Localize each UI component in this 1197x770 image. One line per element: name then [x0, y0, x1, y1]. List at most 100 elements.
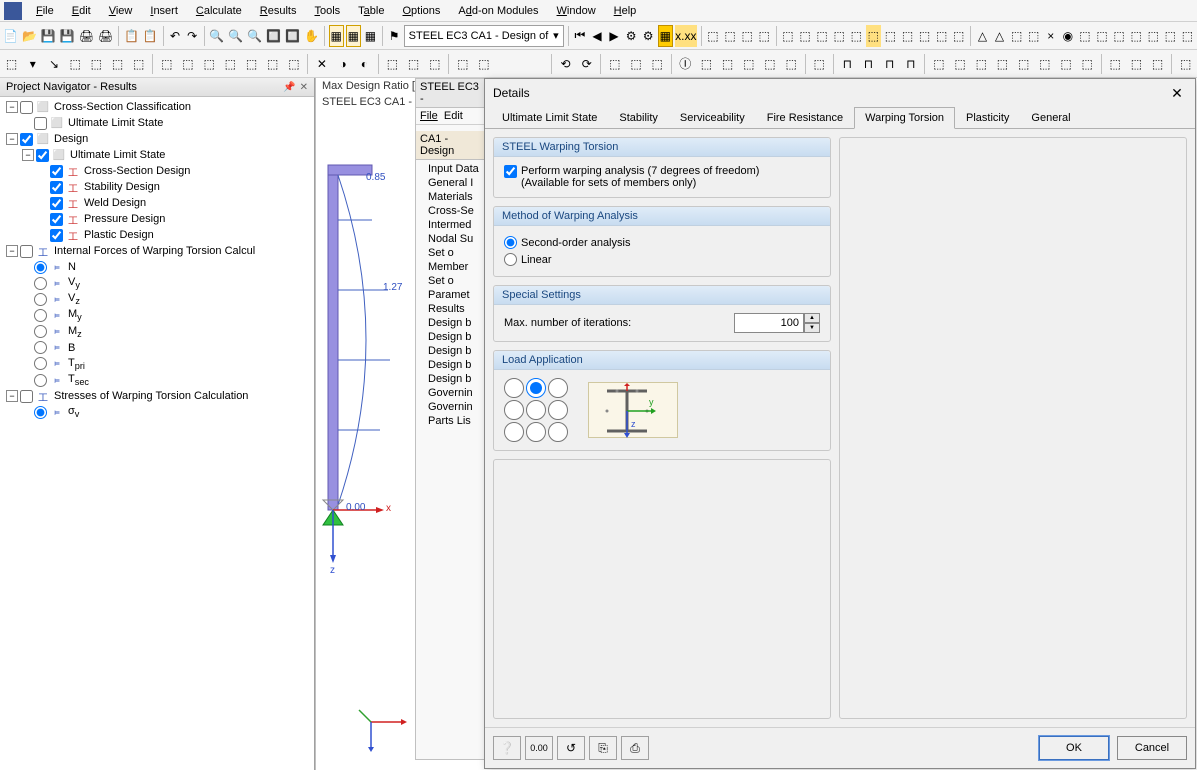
nav-pin-icon[interactable]: 📌: [283, 82, 295, 93]
tb-g-icon[interactable]: ⬚: [815, 25, 830, 47]
tb-nav-next-icon[interactable]: ▶: [606, 25, 621, 47]
tree-toggle[interactable]: −: [22, 149, 34, 161]
tab-service[interactable]: Serviceability: [669, 107, 756, 129]
tab-warping[interactable]: Warping Torsion: [854, 107, 955, 129]
tb2-q-icon[interactable]: ◐: [355, 53, 374, 75]
tb2-ar-icon[interactable]: ⬚: [1035, 53, 1054, 75]
sec-tree-item[interactable]: Parts Lis: [418, 414, 482, 428]
tb2-o-icon[interactable]: ✕: [312, 53, 331, 75]
tree-label[interactable]: Tsec: [68, 373, 89, 387]
tb-aa-icon[interactable]: ⬚: [1163, 25, 1178, 47]
tree-label[interactable]: B: [68, 342, 75, 354]
tb-open-icon[interactable]: 📂: [21, 25, 38, 47]
tb-num-icon[interactable]: x.xx: [675, 25, 697, 47]
tb2-au-icon[interactable]: ⬚: [1106, 53, 1125, 75]
tb2-s-icon[interactable]: ⬚: [404, 53, 423, 75]
tb2-aa-icon[interactable]: ⬚: [648, 53, 667, 75]
tree-radio-mz[interactable]: [34, 325, 47, 338]
tb-nav-first-icon[interactable]: ⏮: [572, 25, 587, 47]
tb-page3-icon[interactable]: ▦: [363, 25, 378, 47]
sec-tree-item[interactable]: Governin: [418, 400, 482, 414]
tree-label[interactable]: Weld Design: [84, 197, 146, 209]
tree-radio-tpri[interactable]: [34, 357, 47, 370]
tb-zoomwin-icon[interactable]: 🔲: [265, 25, 282, 47]
iter-up-icon[interactable]: ▲: [804, 313, 820, 323]
tb2-ak-icon[interactable]: ⊓: [880, 53, 899, 75]
cancel-button[interactable]: Cancel: [1117, 736, 1187, 760]
tb2-ah-icon[interactable]: ⬚: [810, 53, 829, 75]
tree-radio-my[interactable]: [34, 309, 47, 322]
menu-help[interactable]: Help: [606, 3, 645, 19]
tb-b-icon[interactable]: ⬚: [723, 25, 738, 47]
tb2-w-icon[interactable]: ⟲: [556, 53, 575, 75]
tb-save-icon[interactable]: 💾: [40, 25, 57, 47]
tb2-g-icon[interactable]: ⬚: [129, 53, 148, 75]
tree-check-sd[interactable]: [50, 181, 63, 194]
tree-check-pld[interactable]: [50, 229, 63, 242]
tree-label[interactable]: Internal Forces of Warping Torsion Calcu…: [54, 245, 255, 257]
tb-tool2-icon[interactable]: ⚙: [641, 25, 656, 47]
sec-tree-item[interactable]: General I: [418, 176, 482, 190]
ok-button[interactable]: OK: [1039, 736, 1109, 760]
tb-j-icon[interactable]: ⬚: [866, 25, 881, 47]
tree-radio-sigmav[interactable]: [34, 406, 47, 419]
menu-results[interactable]: Results: [252, 3, 305, 19]
tree-radio-tsec[interactable]: [34, 374, 47, 387]
tb-d-icon[interactable]: ⬚: [757, 25, 772, 47]
tree-toggle[interactable]: −: [6, 101, 18, 113]
tb-nav-prev-icon[interactable]: ◀: [589, 25, 604, 47]
sec-tree-item[interactable]: Design b: [418, 358, 482, 372]
tb2-ao-icon[interactable]: ⬚: [972, 53, 991, 75]
tb2-ap-icon[interactable]: ⬚: [993, 53, 1012, 75]
import-button[interactable]: ⎘: [589, 736, 617, 760]
load-radio-6[interactable]: [548, 400, 568, 420]
tb2-as-icon[interactable]: ⬚: [1056, 53, 1075, 75]
menu-edit[interactable]: Edit: [64, 3, 99, 19]
sec-menu-file[interactable]: File: [420, 110, 438, 122]
tb-y-icon[interactable]: ⬚: [1129, 25, 1144, 47]
tb2-c-icon[interactable]: ↘: [44, 53, 63, 75]
tree-label[interactable]: Cross-Section Design: [84, 165, 190, 177]
sec-tree-item[interactable]: Input Data: [418, 162, 482, 176]
menu-view[interactable]: View: [101, 3, 141, 19]
tab-stability[interactable]: Stability: [608, 107, 669, 129]
tb2-n-icon[interactable]: ⬚: [284, 53, 303, 75]
sec-tree-item[interactable]: Nodal Su: [418, 232, 482, 246]
radio-linear[interactable]: [504, 253, 517, 266]
tb2-ax-icon[interactable]: ⬚: [1176, 53, 1195, 75]
tb2-r-icon[interactable]: ⬚: [383, 53, 402, 75]
tb-zoom-icon[interactable]: 🔍: [208, 25, 225, 47]
tb-colors-icon[interactable]: ▦: [658, 25, 673, 47]
tb-zoomin-icon[interactable]: 🔍: [227, 25, 244, 47]
load-radio-8[interactable]: [526, 422, 546, 442]
tb2-af-icon[interactable]: ⬚: [760, 53, 779, 75]
tb-page2-icon[interactable]: ▦: [346, 25, 361, 47]
dialog-close-icon[interactable]: ✕: [1167, 83, 1187, 103]
tab-general[interactable]: General: [1020, 107, 1081, 129]
sec-tree-item[interactable]: Set o: [418, 246, 482, 260]
sec-tree-item[interactable]: Governin: [418, 386, 482, 400]
tb-zoomout-icon[interactable]: 🔍: [246, 25, 263, 47]
sec-tree-item[interactable]: Cross-Se: [418, 204, 482, 218]
tree-toggle[interactable]: −: [6, 390, 18, 402]
tb-r-icon[interactable]: ⬚: [1009, 25, 1024, 47]
tb2-j-icon[interactable]: ⬚: [200, 53, 219, 75]
tb-m-icon[interactable]: ⬚: [917, 25, 932, 47]
help-button[interactable]: ❔: [493, 736, 521, 760]
sec-menu-edit[interactable]: Edit: [444, 110, 463, 122]
tb2-a-icon[interactable]: ⬚: [2, 53, 21, 75]
tree-label[interactable]: Stability Design: [84, 181, 160, 193]
tree-label[interactable]: Vy: [68, 276, 80, 290]
tree-label[interactable]: Ultimate Limit State: [70, 149, 165, 161]
tree-label[interactable]: Tpri: [68, 357, 85, 371]
sec-tree-item[interactable]: Design b: [418, 344, 482, 358]
tb-pan-icon[interactable]: ✋: [303, 25, 320, 47]
sec-tree-item[interactable]: Results: [418, 302, 482, 316]
tb-print-icon[interactable]: 🖨: [78, 25, 95, 47]
sec-tree-item[interactable]: Design b: [418, 372, 482, 386]
menu-calculate[interactable]: Calculate: [188, 3, 250, 19]
tb-u-icon[interactable]: ◉: [1060, 25, 1075, 47]
tb2-f-icon[interactable]: ⬚: [108, 53, 127, 75]
sec-tree-item[interactable]: Design b: [418, 316, 482, 330]
tb-ab-icon[interactable]: ⬚: [1180, 25, 1195, 47]
